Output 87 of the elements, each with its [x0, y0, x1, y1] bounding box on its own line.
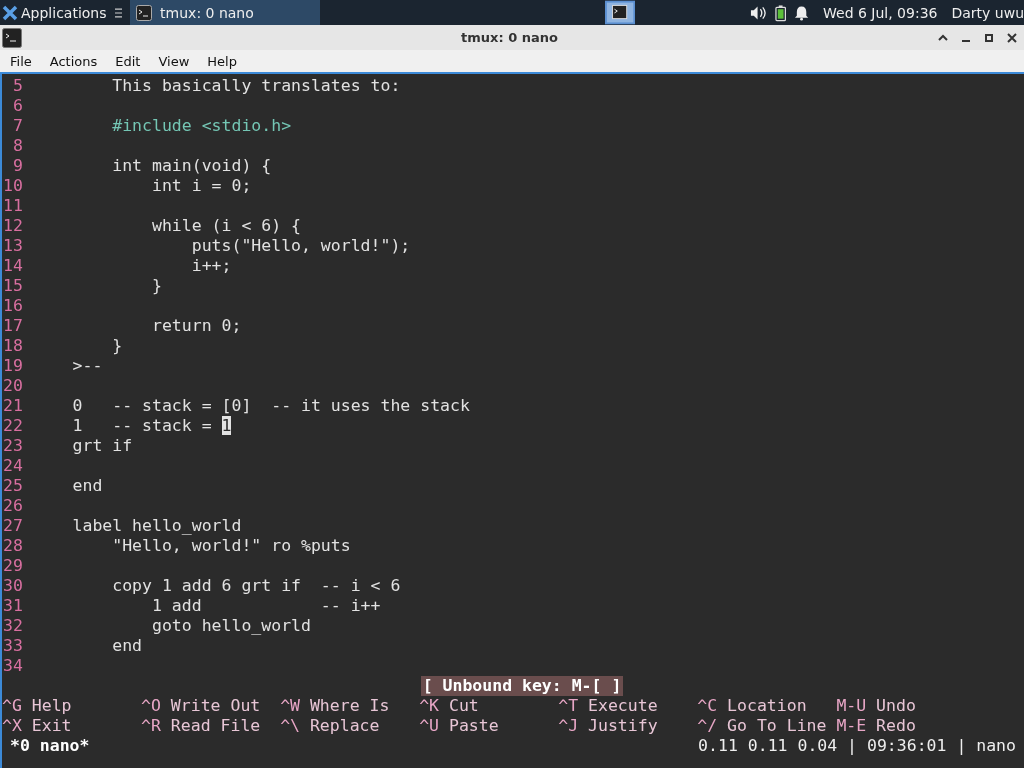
code-line: grt if: [71, 436, 133, 456]
shortcut-hint: ^X Exit: [2, 716, 73, 736]
shortcut-hint: ^J Justify: [558, 716, 659, 736]
menu-item[interactable]: Edit: [105, 53, 149, 69]
line-number: 30: [3, 576, 23, 596]
line-number: 34: [3, 656, 23, 676]
tmux-window: *0 nano*: [10, 736, 90, 756]
code-line: 1 add -- i++: [151, 596, 381, 616]
applications-menu[interactable]: Applications: [0, 0, 107, 25]
line-number: 24: [3, 456, 23, 476]
shortcut-hint: ^R Read File: [141, 716, 262, 736]
workspace-switcher-icon[interactable]: [605, 0, 636, 25]
line-number: 32: [3, 616, 23, 636]
shortcut-hint: ^U Paste: [419, 716, 500, 736]
menu-item[interactable]: File: [0, 53, 40, 69]
shortcut-hint: ^K Cut: [419, 696, 480, 716]
terminal-icon: [136, 4, 153, 21]
clock[interactable]: Wed 6 Jul, 09:36: [823, 4, 938, 21]
line-number: 10: [3, 176, 23, 196]
line-number: 14: [3, 256, 23, 276]
code-line: >--: [71, 356, 103, 376]
line-number: 31: [3, 596, 23, 616]
volume-icon[interactable]: [749, 4, 767, 21]
line-number: 18: [3, 336, 23, 356]
line-number: 13: [3, 236, 23, 256]
line-number: 5: [11, 76, 23, 96]
menu-item[interactable]: Help: [197, 53, 245, 69]
line-number: 23: [3, 436, 23, 456]
line-number: 27: [3, 516, 23, 536]
code-line: "Hello, world!" ro %puts: [111, 536, 351, 556]
shortcut-hint: ^W Where Is: [280, 696, 391, 716]
line-number: 8: [11, 136, 23, 156]
line-number: 20: [3, 376, 23, 396]
code-line: i++;: [190, 256, 232, 276]
code-line: int i = 0;: [151, 176, 252, 196]
shortcut-hint: ^\ Replace: [280, 716, 381, 736]
close-icon[interactable]: [1006, 31, 1018, 44]
code-line: }: [151, 276, 162, 296]
line-number: 7: [11, 116, 23, 136]
status-message: [ Unbound key: M-[ ]: [420, 676, 624, 696]
bell-icon[interactable]: [793, 4, 809, 21]
menu-item[interactable]: View: [148, 53, 198, 69]
line-number: 17: [3, 316, 23, 336]
code-line: int main(void) {: [111, 156, 272, 176]
shortcut-hint: ^/ Go To Line: [697, 716, 828, 736]
code-line: while (i < 6) {: [151, 216, 301, 236]
code-line: goto hello_world: [151, 616, 311, 636]
code-line: end: [111, 636, 143, 656]
line-number: 15: [3, 276, 23, 296]
shortcut-hint: M-E Redo: [836, 716, 917, 736]
taskbar-task[interactable]: tmux: 0 nano: [130, 0, 320, 25]
tmux-status: 0.11 0.11 0.04 | 09:36:01 | nano: [698, 736, 1016, 756]
x-logo-icon: [2, 4, 18, 21]
line-number: 9: [11, 156, 23, 176]
code-line: 0 -- stack = [0] -- it uses the stack: [71, 396, 470, 416]
line-number: 11: [3, 196, 23, 216]
shortcut-hint: ^O Write Out: [141, 696, 262, 716]
code-line: This basically translates to:: [111, 76, 401, 96]
code-line: copy 1 add 6 grt if -- i < 6: [111, 576, 401, 596]
line-number: 12: [3, 216, 23, 236]
code-line: #include <stdio.h>: [111, 116, 292, 136]
shortcut-hint: ^G Help: [2, 696, 73, 716]
line-number: 6: [11, 96, 23, 116]
line-number: 26: [3, 496, 23, 516]
shortcut-hint: ^T Execute: [558, 696, 659, 716]
code-line: label hello_world: [71, 516, 242, 536]
code-line: return 0;: [151, 316, 242, 336]
line-number: 19: [3, 356, 23, 376]
line-number: 21: [3, 396, 23, 416]
code-line: 1 -- stack = 1: [71, 416, 232, 436]
line-number: 28: [3, 536, 23, 556]
line-number: 22: [3, 416, 23, 436]
battery-icon[interactable]: [774, 3, 786, 22]
code-line: puts("Hello, world!");: [190, 236, 411, 256]
line-number: 29: [3, 556, 23, 576]
user-name[interactable]: Darty uwu: [951, 4, 1024, 21]
menu-item[interactable]: Actions: [39, 53, 106, 69]
shortcut-hint: ^C Location: [697, 696, 808, 716]
line-number: 25: [3, 476, 23, 496]
line-number: 33: [3, 636, 23, 656]
shortcut-hint: M-U Undo: [836, 696, 917, 716]
line-number: 16: [3, 296, 23, 316]
maximize-icon[interactable]: [983, 31, 995, 44]
code-line: }: [111, 336, 123, 356]
menu-icon: [114, 6, 123, 19]
window-title: tmux: 0 nano: [460, 30, 559, 45]
code-line: end: [71, 476, 103, 496]
